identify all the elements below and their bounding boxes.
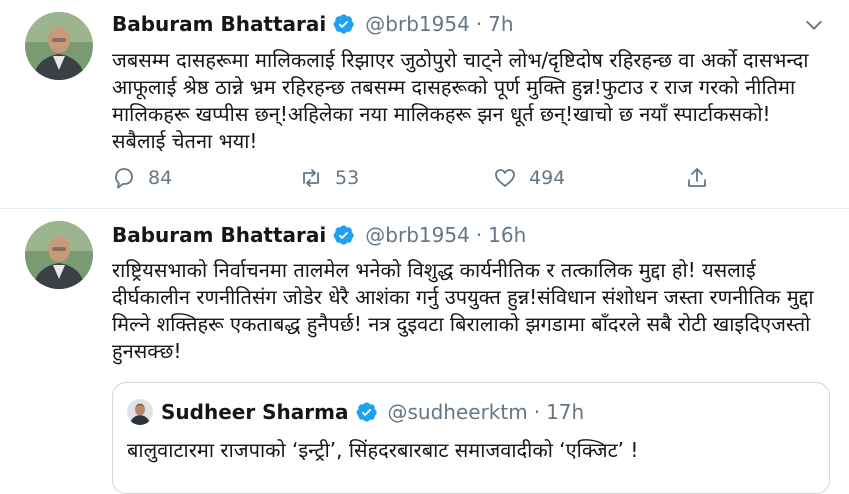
quoted-timestamp[interactable]: 17h — [546, 400, 584, 424]
avatar[interactable] — [25, 221, 93, 289]
quoted-header: Sudheer Sharma @sudheerktm · 17h — [161, 399, 584, 425]
quoted-tweet-text: बालुवाटारमा राजपाको ‘इन्ट्री’, सिंहदरबार… — [127, 438, 639, 462]
tweet[interactable]: Baburam Bhattarai @brb1954 · 7h जबसम्म द… — [0, 0, 849, 209]
tweet-header: Baburam Bhattarai @brb1954 · 7h — [112, 11, 514, 37]
retweet-count: 53 — [335, 167, 360, 189]
tweet-header: Baburam Bhattarai @brb1954 · 16h — [112, 222, 526, 248]
separator-dot: · — [475, 223, 483, 247]
share-button[interactable] — [685, 163, 709, 193]
heart-icon — [495, 169, 515, 187]
tweet-text: राष्ट्रियसभाको निर्वाचनमा तालमेल भनेको व… — [112, 258, 814, 363]
chevron-down-icon[interactable] — [803, 14, 825, 36]
timestamp[interactable]: 16h — [488, 223, 526, 247]
avatar[interactable] — [25, 12, 93, 80]
separator-dot: · — [475, 12, 483, 36]
like-button[interactable]: 494 — [493, 163, 565, 193]
reply-icon — [115, 168, 133, 189]
quoted-avatar[interactable] — [127, 399, 153, 425]
retweet-icon — [303, 169, 319, 187]
share-icon — [688, 168, 706, 187]
timestamp[interactable]: 7h — [488, 12, 513, 36]
quoted-author-name[interactable]: Sudheer Sharma — [161, 400, 349, 424]
like-count: 494 — [529, 167, 566, 189]
verified-badge-icon — [333, 224, 355, 246]
reply-count: 84 — [148, 167, 173, 189]
author-name[interactable]: Baburam Bhattarai — [112, 12, 326, 36]
separator-dot: · — [533, 400, 541, 424]
tweet-actions: 84 53 494 — [112, 163, 732, 193]
author-handle[interactable]: @brb1954 — [365, 12, 470, 36]
author-name[interactable]: Baburam Bhattarai — [112, 223, 326, 247]
reply-button[interactable]: 84 — [112, 163, 172, 193]
quoted-tweet[interactable]: Sudheer Sharma @sudheerktm · 17h बालुवाट… — [112, 382, 830, 494]
author-handle[interactable]: @brb1954 — [365, 223, 470, 247]
tweet-text: जबसम्म दासहरूमा मालिकलाई रिझाएर जुठोपुरो… — [112, 48, 809, 153]
quoted-author-handle[interactable]: @sudheerktm — [388, 400, 528, 424]
verified-badge-icon — [356, 401, 378, 423]
retweet-button[interactable]: 53 — [299, 163, 359, 193]
verified-badge-icon — [333, 13, 355, 35]
tweet[interactable]: Baburam Bhattarai @brb1954 · 16h राष्ट्र… — [0, 209, 849, 494]
